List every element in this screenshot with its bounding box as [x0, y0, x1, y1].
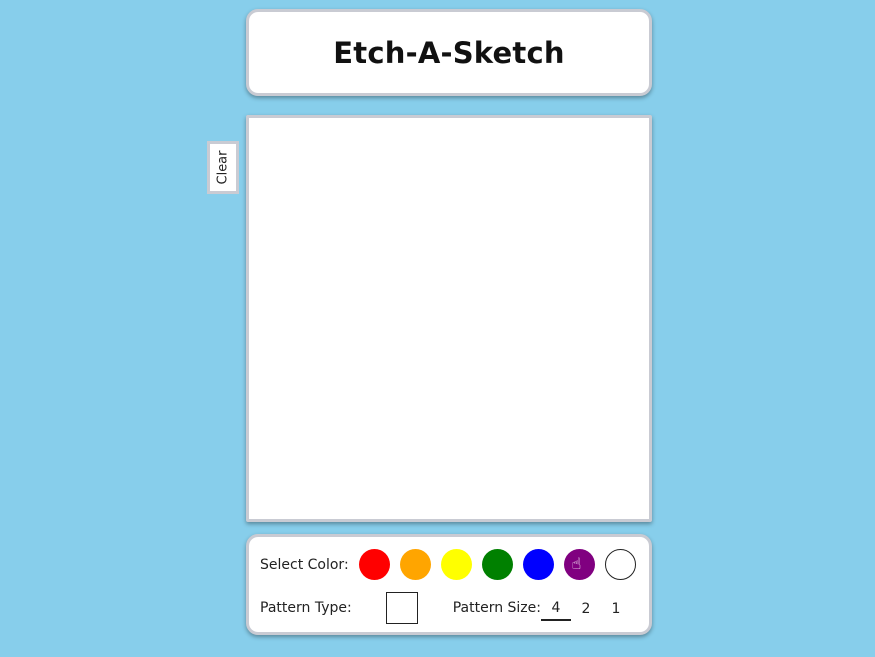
pattern-size-option-1[interactable]: 1: [601, 601, 631, 620]
color-swatch-purple[interactable]: ☝: [563, 549, 595, 580]
pattern-size-option-4[interactable]: 4: [540, 600, 571, 621]
title-card: Etch-A-Sketch: [246, 9, 652, 96]
color-swatch-white[interactable]: [604, 549, 636, 580]
clear-button-label: Clear: [215, 150, 231, 185]
color-swatch-orange[interactable]: [399, 549, 431, 580]
color-swatch-green[interactable]: [481, 549, 513, 580]
color-row: Select Color: ☝: [260, 549, 636, 580]
select-color-label: Select Color:: [260, 556, 349, 573]
pattern-type-selector[interactable]: [385, 592, 418, 624]
clear-button[interactable]: Clear: [207, 141, 239, 194]
hand-pointer-icon: ☝: [571, 554, 582, 573]
controls-panel: Select Color: ☝ Pattern Type: Pattern Si…: [246, 534, 652, 635]
pattern-row: Pattern Type: Pattern Size: 4 2 1: [260, 592, 631, 624]
sketch-canvas[interactable]: [246, 115, 652, 522]
color-swatch-blue[interactable]: [522, 549, 554, 580]
app-title: Etch-A-Sketch: [333, 35, 565, 70]
color-swatch-red[interactable]: [358, 549, 390, 580]
color-swatch-yellow[interactable]: [440, 549, 472, 580]
pattern-type-label: Pattern Type:: [260, 600, 352, 616]
pattern-size-label: Pattern Size:: [452, 600, 541, 616]
pattern-size-option-2[interactable]: 2: [571, 601, 601, 620]
